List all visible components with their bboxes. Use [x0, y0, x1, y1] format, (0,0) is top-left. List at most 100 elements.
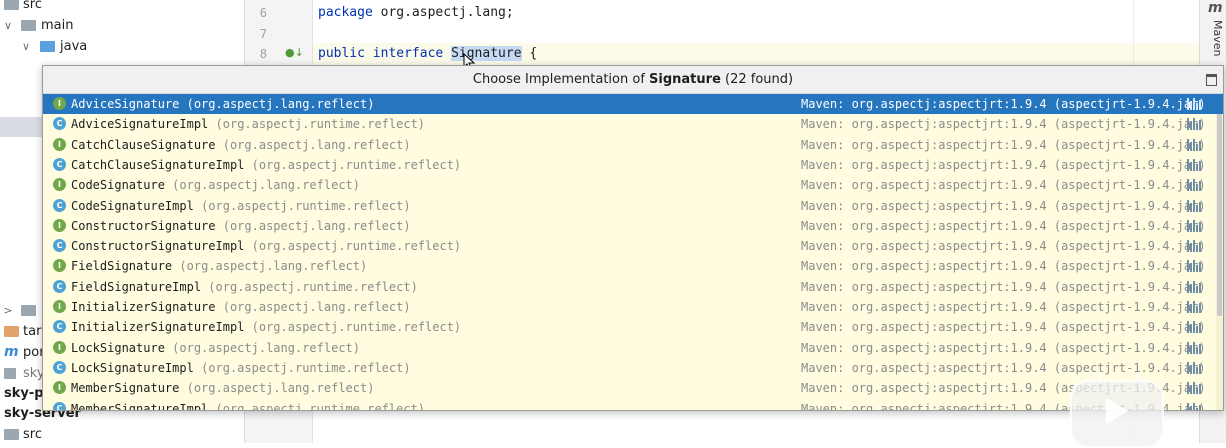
popup-title-prefix: Choose Implementation of: [472, 72, 650, 87]
implementation-name: CodeSignature (org.aspectj.lang.reflect): [71, 175, 360, 195]
implementation-name: FieldSignatureImpl (org.aspectj.runtime.…: [71, 277, 418, 297]
implementation-item[interactable]: C FieldSignatureImpl (org.aspectj.runtime…: [43, 277, 1223, 297]
library-icon: [1187, 199, 1201, 212]
interface-icon: I: [53, 178, 66, 192]
class-icon: C: [53, 117, 66, 131]
package-name: (org.aspectj.lang.reflect): [179, 259, 368, 274]
interface-icon: I: [53, 259, 66, 273]
library-icon: [1187, 158, 1201, 171]
class-name: MemberSignature: [71, 381, 180, 396]
implementation-item[interactable]: I CatchClauseSignature (org.aspectj.lang.…: [43, 135, 1223, 155]
package-name: (org.aspectj.runtime.reflect): [201, 360, 411, 375]
class-icon: C: [53, 198, 66, 212]
maven-tool-tab[interactable]: Maven: [1204, 20, 1224, 64]
implementation-name: CodeSignatureImpl (org.aspectj.runtime.r…: [71, 196, 411, 216]
class-icon: C: [53, 320, 66, 334]
signature-identifier[interactable]: Signature: [451, 46, 522, 61]
implementation-name: FieldSignature (org.aspectj.lang.reflect…: [71, 256, 367, 276]
implementation-item[interactable]: C CatchClauseSignatureImpl (org.aspectj.r…: [43, 155, 1223, 175]
code-keyword: interface: [372, 46, 444, 61]
code-keyword: package: [318, 5, 373, 20]
package-name: (org.aspectj.runtime.reflect): [215, 117, 426, 132]
implementation-list[interactable]: I AdviceSignature (org.aspectj.lang.refle…: [43, 94, 1223, 410]
line-number: 8: [259, 47, 267, 61]
tree-row-java[interactable]: ∨ java: [0, 36, 244, 57]
implementation-item[interactable]: C AdviceSignatureImpl (org.aspectj.runtim…: [43, 114, 1223, 134]
implementation-item[interactable]: C ConstructorSignatureImpl (org.aspectj.r…: [43, 236, 1223, 256]
folder-icon: [4, 0, 19, 10]
implementation-item[interactable]: C InitializerSignatureImpl (org.aspectj.r…: [43, 317, 1223, 337]
library-icon: [1187, 382, 1201, 395]
tree-row-label: tar: [23, 324, 42, 339]
class-name: InitializerSignature: [71, 300, 216, 314]
chevron-down-icon[interactable]: ∨: [20, 36, 32, 57]
implementation-name: InitializerSignature (org.aspectj.lang.r…: [71, 297, 411, 317]
folder-icon: [40, 41, 55, 52]
library-source: Maven: org.aspectj:aspectjrt:1.9.4 (aspe…: [801, 218, 1206, 233]
interface-icon: I: [53, 381, 66, 395]
popup-title-name: Signature: [649, 72, 721, 87]
implementation-item[interactable]: I AdviceSignature (org.aspectj.lang.refle…: [43, 94, 1223, 114]
implementation-name: ConstructorSignatureImpl (org.aspectj.ru…: [71, 236, 461, 256]
implementation-name: LockSignature (org.aspectj.lang.reflect): [71, 338, 360, 358]
chevron-right-icon[interactable]: >: [2, 300, 14, 321]
library-source: Maven: org.aspectj:aspectjrt:1.9.4 (aspe…: [801, 137, 1206, 152]
code-line-6: package org.aspectj.lang;: [318, 5, 514, 20]
library-icon: [1187, 219, 1201, 232]
implementation-item[interactable]: I FieldSignature (org.aspectj.lang.reflec…: [43, 256, 1223, 276]
open-in-window-icon[interactable]: [1206, 74, 1217, 86]
class-name: AdviceSignature: [71, 97, 180, 111]
implementation-item[interactable]: I MemberSignature (org.aspectj.lang.refle…: [43, 378, 1223, 398]
library-source: Maven: org.aspectj:aspectjrt:1.9.4 (aspe…: [801, 239, 1206, 254]
package-name: (org.aspectj.lang.reflect): [222, 218, 411, 233]
choose-implementation-popup[interactable]: Choose Implementation of Signature (22 f…: [42, 65, 1224, 411]
implementation-item[interactable]: C CodeSignatureImpl (org.aspectj.runtime.…: [43, 196, 1223, 216]
code-text: org.aspectj.lang;: [372, 5, 514, 20]
class-name: LockSignature: [71, 340, 165, 355]
file-icon: [4, 368, 16, 379]
package-name: (org.aspectj.lang.reflect): [186, 381, 375, 396]
chevron-down-icon[interactable]: ∨: [2, 15, 14, 36]
class-name: LockSignatureImpl: [71, 360, 194, 375]
implementation-item[interactable]: I LockSignature (org.aspectj.lang.reflect…: [43, 338, 1223, 358]
implementation-item[interactable]: C MemberSignatureImpl (org.aspectj.runtim…: [43, 399, 1223, 411]
class-name: ConstructorSignature: [71, 218, 216, 233]
implementation-name: MemberSignatureImpl (org.aspectj.runtime…: [71, 399, 425, 411]
tree-row-label: src: [23, 0, 42, 12]
library-icon: [1187, 179, 1201, 192]
class-name: CatchClauseSignature: [71, 137, 216, 152]
tree-row-src[interactable]: src: [0, 0, 244, 15]
package-name: (org.aspectj.lang.reflect): [222, 137, 411, 152]
implementation-name: InitializerSignatureImpl (org.aspectj.ru…: [71, 317, 461, 337]
tree-row-main[interactable]: ∨ main: [0, 15, 244, 36]
interface-icon: I: [53, 137, 66, 151]
maven-file-icon: m: [4, 344, 19, 360]
implemented-gutter-icon[interactable]: ●↓: [285, 46, 304, 59]
package-name: (org.aspectj.lang.reflect): [222, 300, 411, 314]
implementation-name: CatchClauseSignature (org.aspectj.lang.r…: [71, 135, 411, 155]
interface-icon: I: [53, 300, 66, 313]
class-name: AdviceSignatureImpl: [71, 117, 209, 132]
code-text: {: [521, 46, 538, 61]
play-icon[interactable]: [1070, 372, 1164, 448]
tree-row-src-2[interactable]: src: [0, 424, 244, 443]
library-icon: [1187, 280, 1201, 293]
library-source: Maven: org.aspectj:aspectjrt:1.9.4 (aspe…: [801, 279, 1206, 294]
package-name: (org.aspectj.runtime.reflect): [251, 157, 462, 172]
interface-icon: I: [53, 97, 66, 110]
implementation-name: LockSignatureImpl (org.aspectj.runtime.r…: [71, 358, 411, 378]
library-source: Maven: org.aspectj:aspectjrt:1.9.4 (aspe…: [801, 178, 1206, 193]
popup-title-suffix: (22 found): [720, 72, 794, 87]
maven-icon[interactable]: m: [1208, 0, 1223, 16]
tree-row-label: java: [60, 39, 88, 54]
implementation-item[interactable]: I ConstructorSignature (org.aspectj.lang.…: [43, 216, 1223, 236]
package-name: (org.aspectj.runtime.reflect): [251, 320, 462, 335]
library-source: Maven: org.aspectj:aspectjrt:1.9.4 (aspe…: [801, 97, 1206, 111]
library-source: Maven: org.aspectj:aspectjrt:1.9.4 (aspe…: [801, 300, 1206, 314]
implementation-item[interactable]: I InitializerSignature (org.aspectj.lang.…: [43, 297, 1223, 317]
library-icon: [1187, 301, 1201, 313]
library-icon: [1187, 98, 1201, 110]
implementation-item[interactable]: I CodeSignature (org.aspectj.lang.reflect…: [43, 175, 1223, 195]
implementation-item[interactable]: C LockSignatureImpl (org.aspectj.runtime.…: [43, 358, 1223, 378]
package-name: (org.aspectj.runtime.reflect): [251, 239, 462, 254]
